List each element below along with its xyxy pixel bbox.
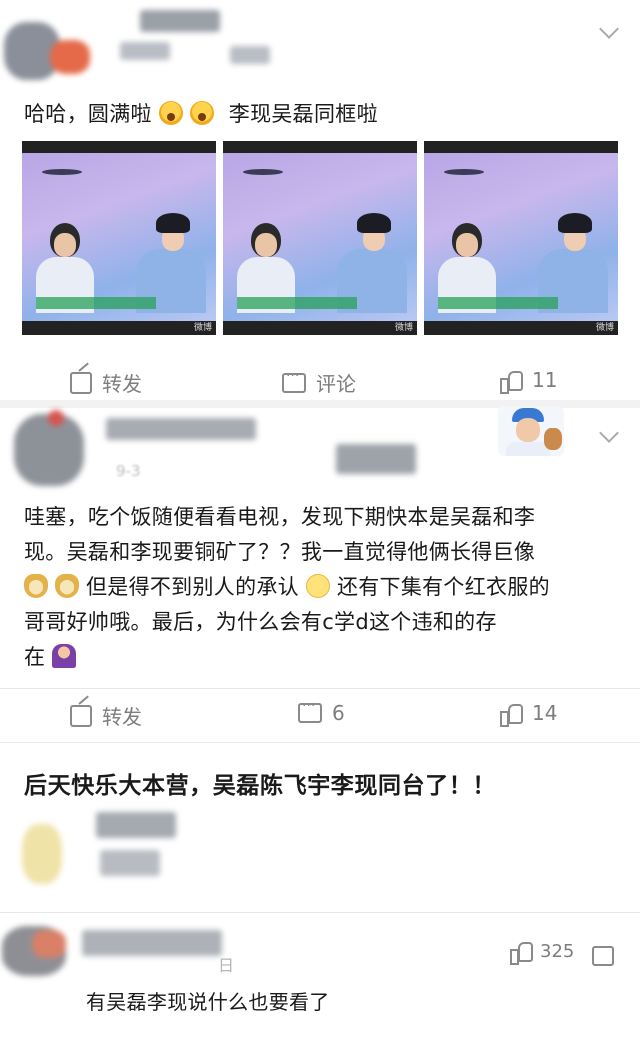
post1-username-blurred[interactable]	[100, 6, 270, 80]
comment-icon	[298, 698, 322, 723]
post2-more-chevron-icon[interactable]	[599, 423, 619, 443]
image-watermark: 微博	[595, 323, 614, 333]
comment-author-blurred[interactable]	[2, 920, 232, 980]
comment-like-button[interactable]: 325	[510, 940, 575, 965]
comment-label: 评论	[316, 372, 356, 396]
comment-date: 日	[218, 956, 235, 975]
post2-meta: 9-3	[116, 462, 141, 480]
post2-repost-button[interactable]: 转发	[70, 701, 142, 730]
section-divider	[0, 742, 640, 743]
post2-line-3a: 但是得不到别人的承认	[85, 575, 299, 599]
post2-text: 哇塞，吃个饭随便看看电视，发现下期快本是吴磊和李 现。吴磊和李现要铜矿了？？我一…	[24, 500, 624, 675]
comment-count: 6	[332, 701, 345, 725]
doge-emoji-icon	[54, 574, 79, 598]
post1-text: 哈哈，圆满啦 李现吴磊同框啦	[24, 98, 624, 130]
image-watermark: 微博	[193, 323, 212, 333]
post1-image-2[interactable]: 微博	[223, 141, 417, 335]
image-watermark: 微博	[394, 323, 413, 333]
doge-emoji-icon	[24, 574, 48, 598]
comment-like-count: 325	[540, 940, 575, 962]
thumbs-up-icon	[500, 702, 523, 727]
woman-gesturing-emoji-icon	[52, 644, 77, 668]
post1-avatar-blurred[interactable]	[4, 10, 100, 90]
post1-like-button[interactable]: 11	[500, 368, 558, 394]
post2-line-5: 在	[24, 640, 624, 675]
thumbs-up-icon	[510, 940, 533, 965]
post2-line-5-text: 在	[24, 645, 46, 669]
face-screaming-icon	[158, 101, 183, 125]
repost-label: 转发	[102, 705, 142, 729]
face-screaming-icon	[189, 101, 214, 125]
repost-label: 转发	[102, 372, 142, 396]
post2-username-blurred[interactable]	[96, 414, 416, 486]
post1-repost-button[interactable]: 转发	[70, 368, 142, 397]
post1-comment-button[interactable]: 评论	[282, 368, 356, 397]
action-divider	[0, 688, 640, 689]
post2-line-3: 但是得不到别人的承认 还有下集有个红衣服的	[24, 570, 624, 605]
repost-icon	[70, 704, 92, 727]
comment-reply-icon[interactable]	[592, 946, 614, 966]
like-count: 14	[532, 701, 558, 725]
post2-line-3b: 还有下集有个红衣服的	[336, 575, 550, 599]
post1-action-bar: 转发 评论 11	[0, 364, 640, 400]
thumbs-up-icon	[500, 369, 523, 394]
post3-author-blurred[interactable]	[16, 806, 186, 896]
post2-line-4: 哥哥好帅哦。最后，为什么会有c学d这个违和的存	[24, 610, 497, 634]
comment-text: 有吴磊李现说什么也要看了	[86, 990, 330, 1014]
post2-like-button[interactable]: 14	[500, 701, 558, 727]
dizzy-face-emoji-icon	[305, 574, 330, 598]
post2-badge-avatar[interactable]	[498, 406, 564, 456]
post1-text-before: 哈哈，圆满啦	[24, 102, 152, 126]
post2-action-bar: 转发 6 14	[0, 697, 640, 733]
post2-date: 9-3	[116, 462, 141, 480]
post1-more-chevron-icon[interactable]	[599, 19, 619, 39]
post2-comment-button[interactable]: 6	[298, 698, 345, 725]
comment-icon	[282, 368, 306, 393]
repost-icon	[70, 371, 92, 394]
post1-text-after: 李现吴磊同框啦	[228, 102, 378, 126]
post2-avatar-blurred[interactable]	[8, 408, 98, 492]
section-divider	[0, 912, 640, 913]
post1-image-3[interactable]: 微博	[424, 141, 618, 335]
post2-line-2: 现。吴磊和李现要铜矿了？？我一直觉得他俩长得巨像	[24, 540, 536, 564]
post3-headline: 后天快乐大本营，吴磊陈飞宇李现同台了！！	[24, 773, 496, 799]
like-count: 11	[532, 368, 558, 392]
post2-line-1: 哇塞，吃个饭随便看看电视，发现下期快本是吴磊和李	[24, 505, 536, 529]
post1-image-1[interactable]: 微博	[22, 141, 216, 335]
